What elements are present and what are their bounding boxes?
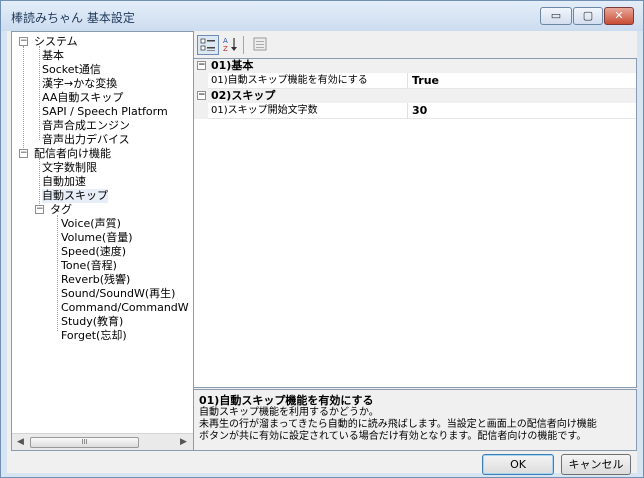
tree-line [23, 46, 24, 156]
tree-line [39, 158, 40, 210]
property-row-enable-auto-skip[interactable]: 01)自動スキップ機能を有効にする True [194, 73, 636, 89]
tree-content: − システム 基本 Socket通信 漢字→かな変換 AA自動スキップ SAPI… [12, 32, 193, 432]
title-bar[interactable]: 棒読みちゃん 基本設定 ▭ ▢ ✕ [1, 1, 643, 31]
categorized-icon [200, 38, 215, 51]
tree-node-label: Socket通信 [42, 63, 101, 76]
tree-node-audio-device[interactable]: 音声出力デバイス [42, 133, 130, 147]
category-label: 01)基本 [211, 59, 254, 72]
row-gutter [194, 103, 208, 119]
tree-node-socket[interactable]: Socket通信 [42, 63, 101, 77]
property-name: 01)スキップ開始文字数 [211, 105, 318, 116]
tree-node-label: Speed(速度) [61, 245, 127, 258]
cancel-button[interactable]: キャンセル [561, 454, 631, 475]
tree-node-label: 自動加速 [42, 175, 86, 188]
tree-node-char-limit[interactable]: 文字数制限 [42, 161, 97, 175]
settings-tree[interactable]: − システム 基本 Socket通信 漢字→かな変換 AA自動スキップ SAPI… [11, 31, 194, 451]
category-skip[interactable]: − 02)スキップ [194, 89, 636, 103]
description-panel: 01)自動スキップ機能を有効にする 自動スキップ機能を利用するかどうか。 未再生… [193, 389, 637, 451]
tree-node-label: 音声合成エンジン [42, 119, 130, 132]
tree-line [57, 215, 58, 331]
toolbar-separator [243, 36, 244, 54]
tree-node-label: 配信者向け機能 [34, 147, 111, 160]
category-basic[interactable]: − 01)基本 [194, 59, 636, 73]
svg-text:Z: Z [223, 45, 228, 52]
tree-node-label: 自動スキップ [42, 189, 108, 202]
tree-node-label: Sound/SoundW(再生) [61, 287, 176, 300]
tree-node-auto-skip[interactable]: 自動スキップ [42, 189, 108, 203]
collapse-icon[interactable]: − [19, 37, 28, 46]
tree-node-tone[interactable]: Tone(音程) [61, 259, 117, 273]
property-name: 01)自動スキップ機能を有効にする [211, 75, 368, 86]
tree-node-aa-skip[interactable]: AA自動スキップ [42, 91, 123, 105]
tree-node-label: Forget(忘却) [61, 329, 127, 342]
tree-node-forget[interactable]: Forget(忘却) [61, 329, 127, 343]
scroll-right-icon[interactable]: ▶ [180, 437, 187, 447]
svg-text:A: A [223, 37, 228, 45]
property-row-skip-start-chars[interactable]: 01)スキップ開始文字数 30 [194, 103, 636, 119]
tree-node-engine[interactable]: 音声合成エンジン [42, 119, 130, 133]
tree-node-reverb[interactable]: Reverb(残響) [61, 273, 130, 287]
tree-node-command[interactable]: Command/CommandW [61, 301, 189, 315]
property-pages-button[interactable] [249, 35, 271, 55]
dialog-body: − システム 基本 Socket通信 漢字→かな変換 AA自動スキップ SAPI… [7, 31, 637, 475]
tree-node-basic[interactable]: 基本 [42, 49, 64, 63]
tree-node-label: 音声出力デバイス [42, 133, 130, 146]
tree-node-label: タグ [50, 203, 72, 216]
tree-node-label: Volume(音量) [61, 231, 133, 244]
description-line: 未再生の行が溜まってきたら自動的に読み飛ばします。当設定と画面上の配信者向け機能 [199, 419, 597, 430]
category-label: 02)スキップ [211, 89, 276, 102]
column-divider[interactable] [407, 103, 408, 119]
scroll-left-icon[interactable]: ◀ [17, 437, 24, 447]
collapse-icon[interactable]: − [197, 91, 206, 100]
tree-node-label: SAPI / Speech Platform [42, 105, 168, 118]
collapse-icon[interactable]: − [197, 61, 206, 70]
tree-node-voice[interactable]: Voice(声質) [61, 217, 121, 231]
row-gutter [194, 73, 208, 89]
tree-node-volume[interactable]: Volume(音量) [61, 231, 133, 245]
tree-node-auto-accel[interactable]: 自動加速 [42, 175, 86, 189]
categorized-button[interactable] [197, 35, 219, 55]
tree-horizontal-scrollbar[interactable]: ◀ III ▶ [12, 433, 193, 450]
tree-node-label: Study(教育) [61, 315, 124, 328]
collapse-icon[interactable]: − [19, 149, 28, 158]
tree-node-label: 漢字→かな変換 [42, 77, 118, 90]
tree-node-sound[interactable]: Sound/SoundW(再生) [61, 287, 175, 301]
scrollbar-thumb[interactable]: III [30, 437, 139, 448]
close-button[interactable]: ✕ [604, 7, 634, 25]
alphabetical-button[interactable]: A Z [220, 35, 242, 55]
tree-node-label: Command/CommandW [61, 301, 189, 314]
tree-node-label: Reverb(残響) [61, 273, 131, 286]
tree-node-label: Voice(声質) [61, 217, 121, 230]
tree-node-speed[interactable]: Speed(速度) [61, 245, 126, 259]
tree-node-label: Tone(音程) [61, 259, 117, 272]
property-pages-icon [253, 37, 267, 51]
alphabetical-icon: A Z [223, 37, 237, 53]
property-grid-toolbar: A Z [193, 33, 637, 57]
tree-node-kanji-kana[interactable]: 漢字→かな変換 [42, 77, 117, 91]
property-grid[interactable]: − 01)基本 01)自動スキップ機能を有効にする True − 02)スキップ… [193, 58, 637, 388]
window-title: 棒読みちゃん 基本設定 [11, 11, 135, 25]
description-line: 自動スキップ機能を利用するかどうか。 [199, 407, 379, 418]
tree-node-label: AA自動スキップ [42, 91, 124, 104]
tree-node-sapi[interactable]: SAPI / Speech Platform [42, 105, 168, 119]
collapse-icon[interactable]: − [35, 205, 44, 214]
description-line: ボタンが共に有効に設定されている場合だけ有効となります。配信者向けの機能です。 [199, 431, 587, 442]
tree-line [39, 46, 40, 140]
property-value[interactable]: 30 [412, 104, 427, 118]
column-divider[interactable] [407, 73, 408, 89]
tree-node-study[interactable]: Study(教育) [61, 315, 123, 329]
description-title: 01)自動スキップ機能を有効にする [199, 394, 374, 407]
property-value[interactable]: True [412, 74, 439, 88]
tree-node-label: 文字数制限 [42, 161, 97, 174]
maximize-button[interactable]: ▢ [573, 7, 603, 25]
minimize-button[interactable]: ▭ [540, 7, 572, 25]
settings-window: 棒読みちゃん 基本設定 ▭ ▢ ✕ − システム 基本 Socket通信 漢字→… [0, 0, 644, 478]
tree-node-label: 基本 [42, 49, 64, 62]
ok-button[interactable]: OK [482, 454, 554, 475]
tree-node-label: システム [34, 35, 78, 48]
